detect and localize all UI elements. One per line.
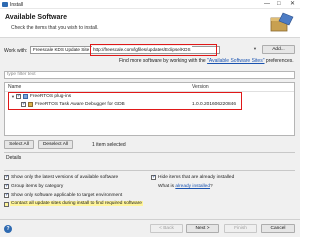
- already-installed-link[interactable]: already installed: [175, 184, 210, 189]
- wizard-header: Available Software Check the items that …: [0, 9, 300, 38]
- minimize-button[interactable]: —: [264, 1, 270, 8]
- details-label: Details: [6, 155, 22, 161]
- next-button[interactable]: Next >: [186, 224, 219, 233]
- title-bar: Install — □ ✕: [0, 0, 300, 9]
- tree-item-label: FreeRTOS Task Aware Debugger for GDB: [35, 102, 125, 107]
- hint-suffix: preferences.: [265, 58, 294, 64]
- back-button[interactable]: < Back: [150, 224, 183, 233]
- group-by-category-checkbox[interactable]: [4, 183, 9, 189]
- tree-item-label: FreeRTOS plug-ins: [30, 94, 72, 99]
- latest-versions-label: Show only the latest versions of availab…: [11, 175, 119, 180]
- details-separator-top: [4, 152, 295, 153]
- selection-status: 1 item selected: [92, 142, 126, 148]
- install-wizard-icon: [270, 12, 294, 32]
- wizard-footer: ? < Back Next > Finish Cancel: [0, 220, 300, 237]
- software-tree[interactable]: Name Version ▼ FreeRTOS plug-ins FreeRTO…: [4, 82, 295, 136]
- page-subtitle: Check the items that you wish to install…: [11, 25, 99, 31]
- latest-versions-checkbox[interactable]: [4, 174, 9, 180]
- already-installed-hint: What is already installed?: [158, 184, 213, 189]
- what-is-suffix: ?: [210, 184, 213, 189]
- task-aware-debugger-checkbox[interactable]: [21, 101, 26, 107]
- column-version[interactable]: Version: [192, 84, 209, 90]
- deselect-all-button[interactable]: Deselect All: [38, 140, 73, 149]
- select-all-button[interactable]: Select All: [4, 140, 34, 149]
- site-name: Freescale KDS Update Site: [33, 47, 90, 52]
- window-title: Install: [10, 2, 24, 8]
- finish-button[interactable]: Finish: [224, 224, 257, 233]
- work-with-label: Work with:: [4, 48, 28, 54]
- contact-sites-checkbox[interactable]: [4, 202, 9, 207]
- available-software-sites-link[interactable]: "Available Software Sites": [207, 58, 264, 64]
- app-icon: [2, 2, 8, 7]
- maximize-button[interactable]: □: [277, 1, 281, 8]
- target-env-label: Show only software applicable to target …: [11, 193, 123, 198]
- hide-installed-checkbox[interactable]: [151, 174, 156, 180]
- target-env-checkbox[interactable]: [4, 192, 9, 198]
- hint-prefix: Find more software by working with the: [119, 58, 206, 64]
- plugin-icon: [28, 102, 33, 107]
- what-is-prefix: What is: [158, 184, 174, 189]
- close-button[interactable]: ✕: [290, 1, 295, 8]
- tree-item-version: 1.0.0.201606220846: [192, 102, 237, 107]
- details-separator-bottom: [4, 170, 295, 171]
- group-by-category-label: Group items by category: [11, 184, 64, 189]
- hide-installed-label: Hide items that are already installed: [158, 175, 235, 180]
- help-icon[interactable]: ?: [4, 225, 12, 233]
- collapse-icon[interactable]: ▼: [11, 94, 15, 99]
- add-button[interactable]: Add...: [262, 45, 295, 54]
- page-title: Available Software: [5, 14, 67, 21]
- contact-sites-label: Contact all update sites during install …: [10, 201, 143, 206]
- chevron-down-icon[interactable]: ▼: [253, 46, 257, 51]
- column-name[interactable]: Name: [8, 84, 21, 90]
- site-url: http://freescale.com/lgfiles/updates/Ecl…: [92, 46, 192, 53]
- filter-input[interactable]: type filter text: [4, 71, 295, 79]
- category-icon: [23, 94, 28, 99]
- available-sites-hint: Find more software by working with the "…: [119, 58, 294, 64]
- cancel-button[interactable]: Cancel: [261, 224, 295, 233]
- freertos-plugins-checkbox[interactable]: [16, 93, 21, 99]
